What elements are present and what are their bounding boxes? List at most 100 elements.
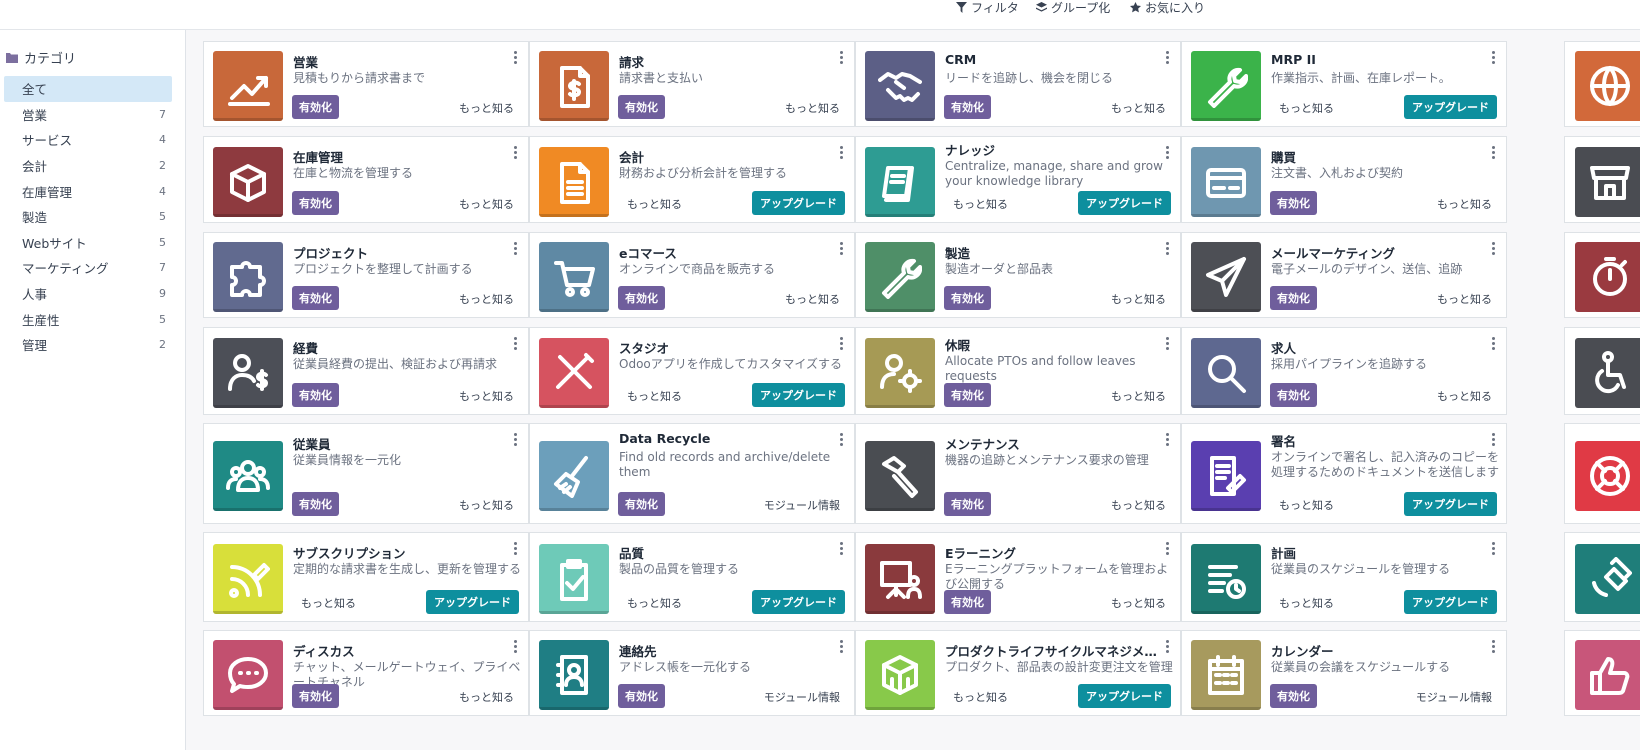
learn-more-link[interactable]: もっと知る — [459, 497, 514, 513]
module-info-link[interactable]: モジュール情報 — [764, 689, 840, 705]
learn-more-link[interactable]: もっと知る — [459, 689, 514, 705]
upgrade-button[interactable]: アップグレード — [752, 590, 845, 614]
activate-button[interactable]: 有効化 — [1270, 684, 1317, 708]
upgrade-button[interactable]: アップグレード — [1078, 191, 1171, 215]
sidebar-item-2[interactable]: サービス 4 — [4, 127, 172, 153]
learn-more-link[interactable]: もっと知る — [785, 291, 840, 307]
more-options-icon[interactable] — [1492, 146, 1496, 160]
sidebar-item-0[interactable]: 全て — [4, 76, 172, 102]
sidebar-item-9[interactable]: 生産性 5 — [4, 306, 172, 332]
app-card-partial[interactable] — [1564, 630, 1640, 716]
app-card[interactable]: スタジオ Odooアプリを作成してカスタマイズする もっと知る アップグレード — [529, 327, 855, 415]
more-options-icon[interactable] — [514, 542, 518, 556]
learn-more-link[interactable]: もっと知る — [459, 388, 514, 404]
more-options-icon[interactable] — [1166, 146, 1170, 160]
learn-more-link[interactable]: もっと知る — [627, 388, 682, 404]
more-options-icon[interactable] — [840, 242, 844, 256]
more-options-icon[interactable] — [514, 337, 518, 351]
more-options-icon[interactable] — [840, 51, 844, 65]
sidebar-item-5[interactable]: 製造 5 — [4, 204, 172, 230]
more-options-icon[interactable] — [514, 640, 518, 654]
app-card[interactable]: Data Recycle Find old records and archive… — [529, 423, 855, 524]
filter-button[interactable]: フィルタ — [956, 0, 1019, 15]
app-card-partial[interactable] — [1564, 136, 1640, 223]
upgrade-button[interactable]: アップグレード — [1404, 95, 1497, 119]
app-card[interactable]: プロジェクト プロジェクトを整理して計画する 有効化 もっと知る — [203, 232, 529, 318]
learn-more-link[interactable]: もっと知る — [1111, 291, 1166, 307]
activate-button[interactable]: 有効化 — [618, 684, 665, 708]
activate-button[interactable]: 有効化 — [292, 191, 339, 215]
app-card[interactable]: CRM リードを追跡し、機会を閉じる 有効化 もっと知る — [855, 41, 1181, 127]
app-card[interactable]: eコマース オンラインで商品を販売する 有効化 もっと知る — [529, 232, 855, 318]
learn-more-link[interactable]: もっと知る — [1279, 595, 1334, 611]
sidebar-item-3[interactable]: 会計 2 — [4, 153, 172, 179]
more-options-icon[interactable] — [514, 146, 518, 160]
more-options-icon[interactable] — [1166, 433, 1170, 447]
activate-button[interactable]: 有効化 — [618, 95, 665, 119]
activate-button[interactable]: 有効化 — [944, 590, 991, 614]
more-options-icon[interactable] — [1492, 542, 1496, 556]
sidebar-item-6[interactable]: Webサイト 5 — [4, 230, 172, 256]
app-card[interactable]: サブスクリプション 定期的な請求書を生成し、更新を管理する もっと知る アップグレード — [203, 532, 529, 622]
upgrade-button[interactable]: アップグレード — [1404, 492, 1497, 516]
app-card-partial[interactable] — [1564, 232, 1640, 318]
app-card[interactable]: 経費 従業員経費の提出、検証および再請求 有効化 もっと知る — [203, 327, 529, 415]
learn-more-link[interactable]: もっと知る — [953, 196, 1008, 212]
app-card-partial[interactable] — [1564, 532, 1640, 622]
learn-more-link[interactable]: もっと知る — [1111, 388, 1166, 404]
activate-button[interactable]: 有効化 — [944, 286, 991, 310]
learn-more-link[interactable]: もっと知る — [1111, 497, 1166, 513]
more-options-icon[interactable] — [1166, 542, 1170, 556]
app-card-partial[interactable] — [1564, 423, 1640, 524]
activate-button[interactable]: 有効化 — [292, 684, 339, 708]
learn-more-link[interactable]: もっと知る — [1437, 291, 1492, 307]
favorites-button[interactable]: お気に入り — [1130, 0, 1205, 15]
activate-button[interactable]: 有効化 — [292, 383, 339, 407]
more-options-icon[interactable] — [1166, 242, 1170, 256]
more-options-icon[interactable] — [1166, 51, 1170, 65]
learn-more-link[interactable]: もっと知る — [1111, 100, 1166, 116]
more-options-icon[interactable] — [840, 433, 844, 447]
activate-button[interactable]: 有効化 — [1270, 383, 1317, 407]
activate-button[interactable]: 有効化 — [1270, 191, 1317, 215]
more-options-icon[interactable] — [1166, 337, 1170, 351]
more-options-icon[interactable] — [514, 433, 518, 447]
app-card[interactable]: メールマーケティング 電子メールのデザイン、送信、追跡 有効化 もっと知る — [1181, 232, 1507, 318]
app-card[interactable]: 連絡先 アドレス帳を一元化する 有効化 モジュール情報 — [529, 630, 855, 716]
activate-button[interactable]: 有効化 — [618, 492, 665, 516]
upgrade-button[interactable]: アップグレード — [1078, 684, 1171, 708]
app-card[interactable]: 計画 従業員のスケジュールを管理する もっと知る アップグレード — [1181, 532, 1507, 622]
more-options-icon[interactable] — [840, 542, 844, 556]
app-card[interactable]: ディスカス チャット、メールゲートウェイ、プライベートチャネル 有効化 もっと知る — [203, 630, 529, 716]
activate-button[interactable]: 有効化 — [292, 492, 339, 516]
upgrade-button[interactable]: アップグレード — [752, 383, 845, 407]
app-card[interactable]: 在庫管理 在庫と物流を管理する 有効化 もっと知る — [203, 136, 529, 223]
upgrade-button[interactable]: アップグレード — [1404, 590, 1497, 614]
app-card-partial[interactable] — [1564, 327, 1640, 415]
more-options-icon[interactable] — [1492, 337, 1496, 351]
app-card[interactable]: ナレッジ Centralize, manage, share and grow y… — [855, 136, 1181, 223]
upgrade-button[interactable]: アップグレード — [426, 590, 519, 614]
more-options-icon[interactable] — [1492, 640, 1496, 654]
more-options-icon[interactable] — [1492, 51, 1496, 65]
app-card-partial[interactable] — [1564, 41, 1640, 127]
activate-button[interactable]: 有効化 — [944, 492, 991, 516]
sidebar-item-7[interactable]: マーケティング 7 — [4, 255, 172, 281]
sidebar-item-4[interactable]: 在庫管理 4 — [4, 178, 172, 204]
learn-more-link[interactable]: もっと知る — [1279, 497, 1334, 513]
more-options-icon[interactable] — [1166, 640, 1170, 654]
more-options-icon[interactable] — [840, 146, 844, 160]
activate-button[interactable]: 有効化 — [292, 286, 339, 310]
app-card[interactable]: 求人 採用パイプラインを追跡する 有効化 もっと知る — [1181, 327, 1507, 415]
module-info-link[interactable]: モジュール情報 — [764, 497, 840, 513]
activate-button[interactable]: 有効化 — [944, 95, 991, 119]
more-options-icon[interactable] — [514, 242, 518, 256]
more-options-icon[interactable] — [514, 51, 518, 65]
app-card[interactable]: プロダクトライフサイクルマネジメ… プロダクト、部品表の設計変更注文を管理 もっと知… — [855, 630, 1181, 716]
app-card[interactable]: 会計 財務および分析会計を管理する もっと知る アップグレード — [529, 136, 855, 223]
app-card[interactable]: 購買 注文書、入札および契約 有効化 もっと知る — [1181, 136, 1507, 223]
more-options-icon[interactable] — [1492, 242, 1496, 256]
learn-more-link[interactable]: もっと知る — [627, 595, 682, 611]
learn-more-link[interactable]: もっと知る — [459, 100, 514, 116]
app-card[interactable]: 休暇 Allocate PTOs and follow leaves reques… — [855, 327, 1181, 415]
